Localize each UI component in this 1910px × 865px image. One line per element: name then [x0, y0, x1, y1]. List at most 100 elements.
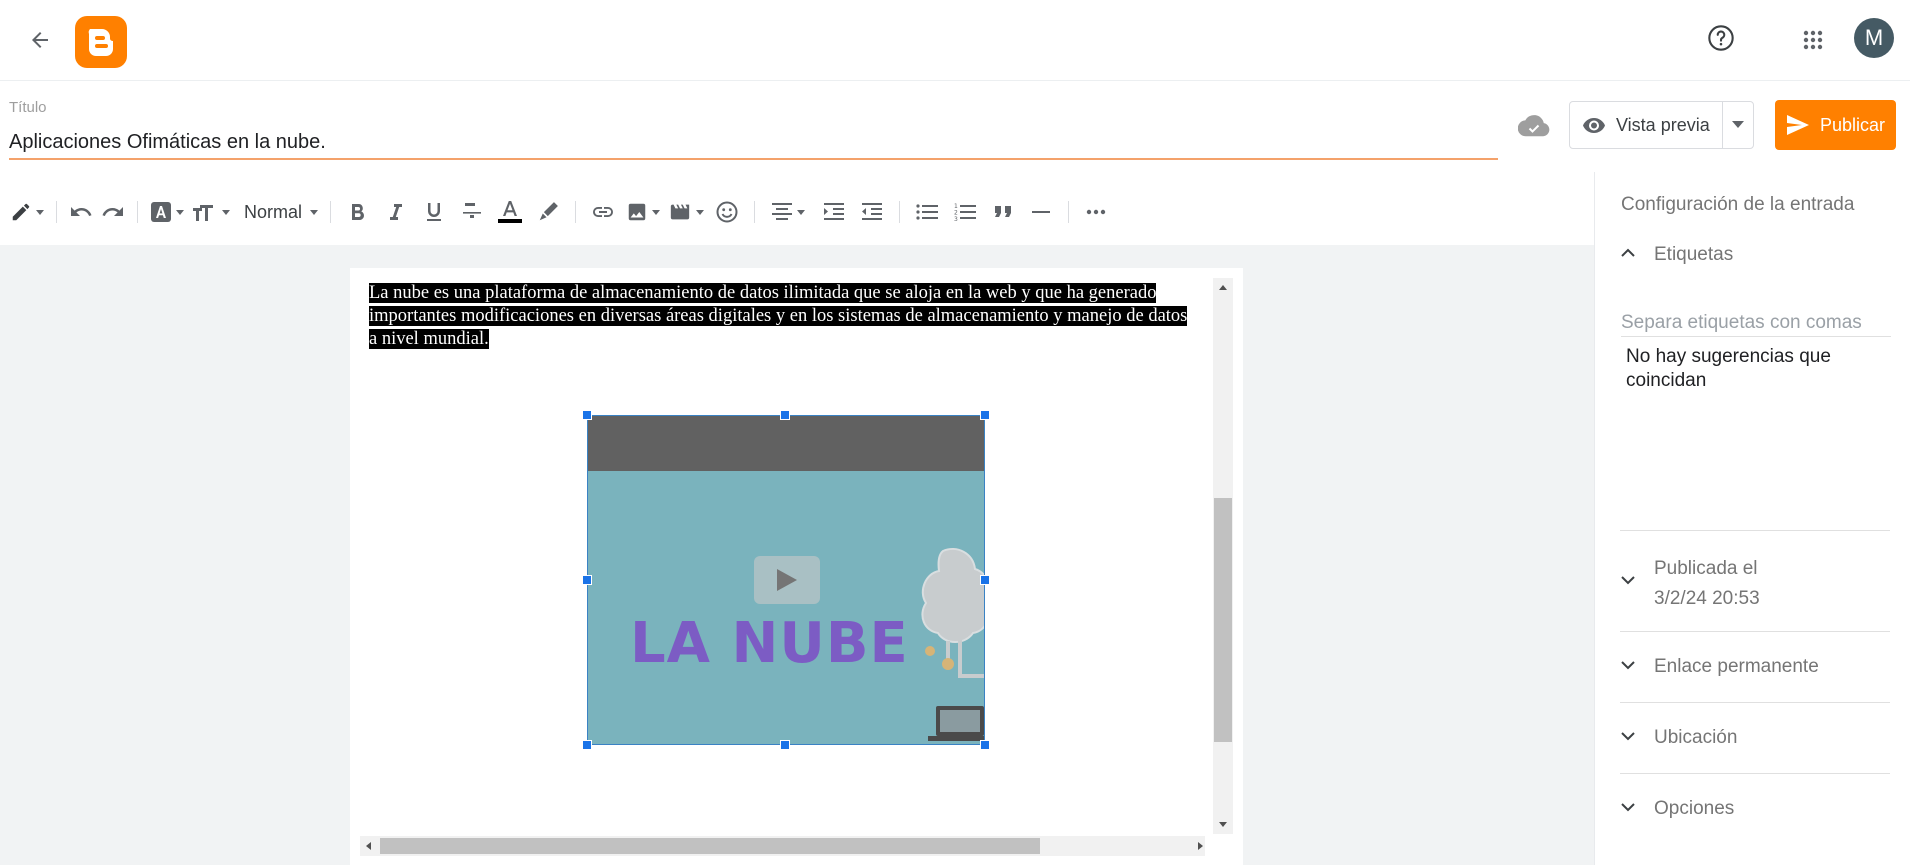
- options-section-toggle[interactable]: Opciones: [1620, 798, 1890, 820]
- underline-icon: [427, 203, 442, 221]
- apps-grid-icon: [1803, 30, 1823, 50]
- blogger-logo[interactable]: [75, 16, 127, 68]
- horizontal-rule-button[interactable]: [1026, 192, 1056, 232]
- highlight-button[interactable]: [533, 192, 563, 232]
- labels-section-toggle[interactable]: Etiquetas: [1620, 244, 1890, 266]
- post-paragraph[interactable]: La nube es una plataforma de almacenamie…: [369, 282, 1199, 351]
- sidebar-heading: Configuración de la entrada: [1621, 194, 1855, 215]
- cloud-done-icon: [1518, 115, 1550, 137]
- resize-handle[interactable]: [780, 410, 790, 420]
- redo-button[interactable]: [101, 192, 125, 232]
- bold-icon: [352, 203, 365, 221]
- indent-decrease-button[interactable]: [857, 192, 887, 232]
- no-suggestions-text: No hay sugerencias que coincidan: [1626, 346, 1831, 391]
- resize-handle[interactable]: [980, 410, 990, 420]
- published-section-toggle[interactable]: Publicada el 3/2/24 20:53: [1620, 554, 1890, 614]
- font-size-button[interactable]: [192, 192, 230, 232]
- help-button[interactable]: [1703, 20, 1739, 56]
- link-button[interactable]: [588, 192, 618, 232]
- italic-button[interactable]: [381, 192, 411, 232]
- emoji-button[interactable]: [712, 192, 742, 232]
- scroll-down-arrow-icon[interactable]: [1219, 822, 1227, 827]
- divider: [1620, 631, 1890, 632]
- mode-button[interactable]: [10, 192, 44, 232]
- paragraph-style-label: Normal: [244, 201, 303, 222]
- chevron-down-icon: [1621, 732, 1635, 741]
- horizontal-rule-icon: [1032, 211, 1051, 213]
- bold-button[interactable]: [343, 192, 373, 232]
- publish-button[interactable]: Publicar: [1775, 100, 1896, 150]
- svg-text:3: 3: [954, 216, 958, 222]
- undo-button[interactable]: [69, 192, 93, 232]
- pen-icon: [12, 203, 30, 221]
- horizontal-scroll-thumb[interactable]: [380, 838, 1040, 854]
- italic-icon: [390, 204, 403, 220]
- video-button[interactable]: [668, 192, 705, 232]
- underline-button[interactable]: [419, 192, 449, 232]
- paragraph-style-select[interactable]: Normal: [244, 192, 319, 232]
- video-header-bar: [588, 416, 984, 471]
- preview-dropdown[interactable]: [1723, 102, 1753, 148]
- title-input[interactable]: [9, 126, 1498, 160]
- chevron-down-icon: [1621, 661, 1635, 670]
- bulleted-list-button[interactable]: [912, 192, 942, 232]
- permalink-section-toggle[interactable]: Enlace permanente: [1620, 656, 1890, 678]
- indent-increase-button[interactable]: [819, 192, 849, 232]
- indent-decrease-icon: [862, 203, 883, 220]
- avatar[interactable]: M: [1854, 18, 1894, 58]
- scroll-up-arrow-icon[interactable]: [1219, 285, 1227, 290]
- embedded-video[interactable]: LA NUBE: [587, 415, 985, 745]
- text-color-button[interactable]: [495, 192, 525, 232]
- formatting-toolbar: Normal 123: [0, 180, 1594, 244]
- image-button[interactable]: [626, 192, 661, 232]
- undo-icon: [71, 207, 92, 216]
- labels-section-label: Etiquetas: [1654, 244, 1734, 265]
- indent-increase-icon: [824, 203, 845, 220]
- play-button[interactable]: [754, 556, 820, 604]
- resize-handle[interactable]: [582, 410, 592, 420]
- more-horizontal-icon: [1086, 209, 1106, 215]
- link-icon: [593, 207, 614, 217]
- emoji-icon: [716, 201, 738, 223]
- highlight-icon: [539, 202, 558, 221]
- top-bar: [0, 0, 1910, 81]
- image-icon: [628, 203, 646, 221]
- apps-button[interactable]: [1795, 22, 1831, 58]
- eye-icon: [1583, 118, 1605, 133]
- preview-label: Vista previa: [1616, 114, 1710, 135]
- strikethrough-button[interactable]: [457, 192, 487, 232]
- video-icon: [670, 204, 690, 220]
- numbered-list-button[interactable]: 123: [950, 192, 980, 232]
- chevron-up-icon: [1621, 248, 1635, 257]
- resize-handle[interactable]: [582, 575, 592, 585]
- published-date: 3/2/24 20:53: [1654, 588, 1760, 609]
- blogger-icon: [88, 29, 113, 56]
- arrow-back-icon: [32, 32, 48, 48]
- labels-input[interactable]: [1621, 310, 1891, 337]
- chevron-down-icon: [1621, 803, 1635, 812]
- text-style-button[interactable]: [150, 192, 184, 232]
- quote-button[interactable]: [988, 192, 1018, 232]
- vertical-scroll-thumb[interactable]: [1214, 498, 1232, 742]
- help-icon: [1708, 25, 1734, 51]
- more-button[interactable]: [1081, 192, 1111, 232]
- back-button[interactable]: [22, 22, 58, 58]
- text-style-icon: [151, 202, 171, 222]
- divider: [1620, 530, 1890, 531]
- title-label: Título: [9, 99, 47, 116]
- scroll-right-arrow-icon[interactable]: [1198, 842, 1203, 850]
- align-button[interactable]: [771, 192, 806, 232]
- resize-handle[interactable]: [980, 575, 990, 585]
- strikethrough-icon: [463, 203, 482, 218]
- numbered-list-icon: 123: [954, 203, 977, 222]
- play-icon: [777, 569, 797, 591]
- sidebar-divider: [1594, 172, 1595, 865]
- preview-button[interactable]: Vista previa: [1570, 102, 1723, 148]
- text-color-icon: [503, 201, 518, 216]
- location-section-toggle[interactable]: Ubicación: [1620, 727, 1890, 749]
- scroll-left-arrow-icon[interactable]: [366, 842, 371, 850]
- chevron-down-icon: [1621, 576, 1635, 585]
- resize-handle[interactable]: [582, 740, 592, 750]
- resize-handle[interactable]: [780, 740, 790, 750]
- resize-handle[interactable]: [980, 740, 990, 750]
